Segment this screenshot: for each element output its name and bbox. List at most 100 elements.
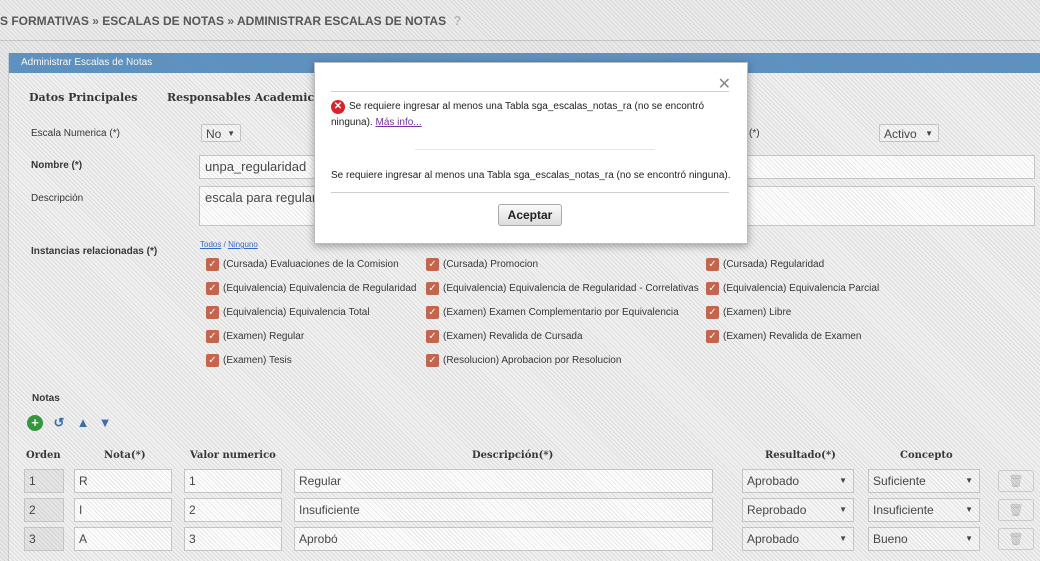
delete-row-button[interactable]: 🗑 (998, 470, 1034, 492)
column-header-descripcion: Descripción(*) (472, 450, 554, 461)
instancia-checkbox[interactable]: ✓ (Equivalencia) Equivalencia de Regulari… (426, 282, 699, 298)
estado-value: Activo (884, 127, 917, 141)
detail-message: Se requiere ingresar al menos una Tabla … (331, 170, 731, 181)
instancia-checkbox[interactable]: ✓ (Equivalencia) Equivalencia de Regulari… (206, 282, 416, 298)
instancia-checkbox[interactable]: ✓ (Cursada) Promocion (426, 258, 538, 274)
row-descripcion-input[interactable]: Regular (294, 469, 713, 493)
dialog-divider (331, 192, 729, 193)
delete-row-button[interactable]: 🗑 (998, 528, 1034, 550)
row-concepto-select[interactable]: Bueno ▼ (868, 527, 980, 551)
row-descripcion-input[interactable]: Aprobó (294, 527, 713, 551)
tab-responsables[interactable]: Responsables Academic (167, 91, 314, 104)
breadcrumb-item-formativas[interactable]: S FORMATIVAS (0, 14, 89, 28)
concepto-value: Bueno (873, 532, 908, 546)
check-icon: ✓ (426, 354, 439, 367)
row-orden: 2 (24, 498, 64, 522)
instancia-checkbox[interactable]: ✓ (Resolucion) Aprobacion por Resolucion (426, 354, 621, 370)
row-concepto-select[interactable]: Suficiente ▼ (868, 469, 980, 493)
check-icon: ✓ (426, 306, 439, 319)
breadcrumb-separator: » (92, 14, 99, 28)
concepto-value: Suficiente (873, 474, 926, 488)
instancia-checkbox[interactable]: ✓ (Equivalencia) Equivalencia Total (206, 306, 370, 322)
tab-datos-principales[interactable]: Datos Principales (29, 91, 137, 104)
instancia-checkbox[interactable]: ✓ (Examen) Regular (206, 330, 304, 346)
escala-numerica-select[interactable]: No ▼ (201, 124, 241, 142)
instancia-checkbox[interactable]: ✓ (Examen) Revalida de Examen (706, 330, 861, 346)
column-header-orden: Orden (26, 450, 61, 461)
nombre-label: Nombre (*) (31, 160, 83, 171)
check-icon: ✓ (426, 258, 439, 271)
resultado-value: Aprobado (747, 532, 800, 546)
instancia-checkbox[interactable]: ✓ (Examen) Libre (706, 306, 791, 322)
column-header-resultado: Resultado(*) (765, 450, 836, 461)
check-icon: ✓ (206, 258, 219, 271)
row-resultado-select[interactable]: Reprobado ▼ (742, 498, 854, 522)
chevron-down-icon: ▼ (839, 476, 847, 485)
chevron-down-icon: ▼ (925, 129, 933, 138)
check-icon: ✓ (706, 282, 719, 295)
close-icon[interactable]: ✕ (718, 77, 731, 93)
row-concepto-select[interactable]: Insuficiente ▼ (868, 498, 980, 522)
column-header-nota: Nota(*) (104, 450, 146, 461)
column-header-concepto: Concepto (900, 450, 953, 461)
instancia-checkbox[interactable]: ✓ (Cursada) Regularidad (706, 258, 824, 274)
more-info-link[interactable]: Más info... (375, 117, 421, 128)
row-nota-input[interactable]: I (74, 498, 172, 522)
chevron-down-icon: ▼ (965, 534, 973, 543)
row-valor-input[interactable]: 1 (184, 469, 282, 493)
instancia-checkbox[interactable]: ✓ (Examen) Examen Complementario por Equi… (426, 306, 679, 322)
row-valor-input[interactable]: 3 (184, 527, 282, 551)
chevron-down-icon: ▼ (965, 505, 973, 514)
instancia-checkbox[interactable]: ✓ (Examen) Revalida de Cursada (426, 330, 583, 346)
check-icon: ✓ (206, 306, 219, 319)
estado-select[interactable]: Activo ▼ (879, 124, 939, 142)
select-all-link[interactable]: Todos (200, 240, 221, 249)
move-up-icon[interactable]: ▲ (75, 415, 91, 431)
row-nota-input[interactable]: A (74, 527, 172, 551)
escala-numerica-label: Escala Numerica (*) (31, 128, 120, 139)
row-descripcion-input[interactable]: Insuficiente (294, 498, 713, 522)
chevron-down-icon: ▼ (839, 505, 847, 514)
check-icon: ✓ (206, 330, 219, 343)
check-icon: ✓ (706, 258, 719, 271)
instancias-label: Instancias relacionadas (*) (31, 246, 158, 257)
descripcion-label: Descripción (31, 193, 84, 204)
row-nota-input[interactable]: R (74, 469, 172, 493)
move-down-icon[interactable]: ▼ (97, 415, 113, 431)
estado-label: (*) (749, 128, 760, 139)
instancia-checkbox[interactable]: ✓ (Examen) Tesis (206, 354, 292, 370)
check-icon: ✓ (706, 330, 719, 343)
notas-section-label: Notas (32, 393, 60, 404)
row-resultado-select[interactable]: Aprobado ▼ (742, 527, 854, 551)
select-none-link[interactable]: Ninguno (228, 240, 258, 249)
breadcrumb-item-current: ADMINISTRAR ESCALAS DE NOTAS (236, 14, 447, 28)
add-icon[interactable]: + (27, 415, 43, 431)
row-resultado-select[interactable]: Aprobado ▼ (742, 469, 854, 493)
instancia-checkbox[interactable]: ✓ (Cursada) Evaluaciones de la Comision (206, 258, 399, 274)
top-bar: S FORMATIVAS » ESCALAS DE NOTAS » ADMINI… (0, 0, 1040, 41)
chevron-down-icon: ▼ (839, 534, 847, 543)
chevron-down-icon: ▼ (965, 476, 973, 485)
breadcrumb-separator: » (227, 14, 235, 28)
escala-numerica-value: No (206, 127, 222, 141)
concepto-value: Insuficiente (873, 503, 934, 517)
delete-row-button[interactable]: 🗑 (998, 499, 1034, 521)
breadcrumb-item-escalas[interactable]: ESCALAS DE NOTAS (102, 14, 224, 28)
check-icon: ✓ (206, 354, 219, 367)
help-icon[interactable]: ? (453, 13, 461, 28)
check-icon: ✓ (426, 330, 439, 343)
accept-button[interactable]: Aceptar (498, 204, 562, 226)
row-valor-input[interactable]: 2 (184, 498, 282, 522)
instancia-checkbox[interactable]: ✓ (Equivalencia) Equivalencia Parcial (706, 282, 879, 298)
check-icon: ✓ (426, 282, 439, 295)
trash-icon: 🗑 (1008, 532, 1024, 546)
undo-icon[interactable]: ↺ (51, 415, 67, 431)
check-icon: ✓ (706, 306, 719, 319)
resultado-value: Aprobado (747, 474, 800, 488)
dialog-divider (415, 149, 655, 150)
row-orden: 3 (24, 527, 64, 551)
error-message: Se requiere ingresar al menos una Tabla … (331, 101, 705, 128)
column-header-valor: Valor numerico (190, 450, 276, 461)
row-orden: 1 (24, 469, 64, 493)
chevron-down-icon: ▼ (227, 129, 235, 138)
